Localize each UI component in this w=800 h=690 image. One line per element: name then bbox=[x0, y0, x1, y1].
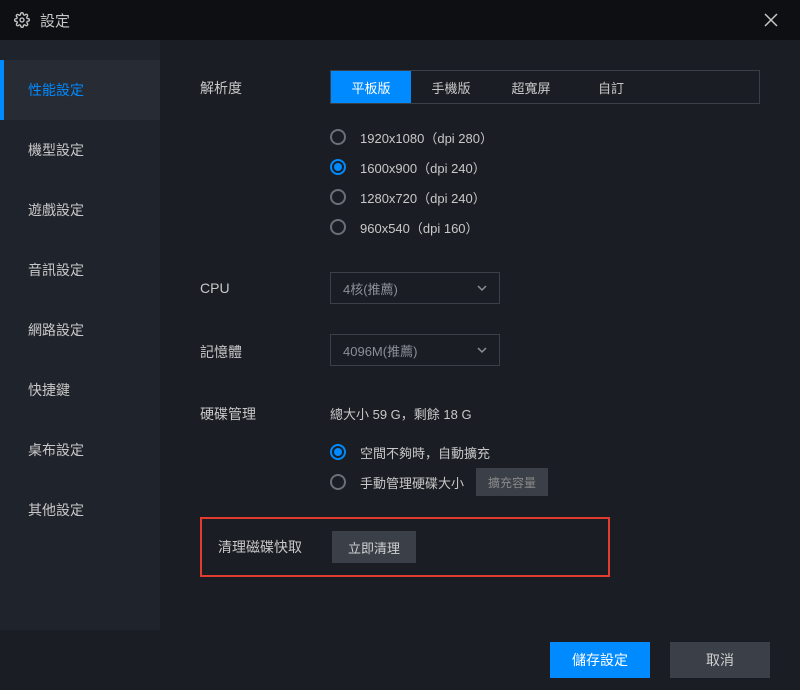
resolution-tab-1[interactable]: 手機版 bbox=[411, 71, 491, 103]
resolution-option-3[interactable]: 960x540（dpi 160） bbox=[330, 212, 760, 242]
radio-icon bbox=[330, 444, 346, 460]
resolution-label: 解析度 bbox=[200, 70, 330, 98]
sidebar-item-6[interactable]: 桌布設定 bbox=[0, 420, 160, 480]
chevron-down-icon bbox=[477, 283, 487, 293]
sidebar-item-4[interactable]: 網路設定 bbox=[0, 300, 160, 360]
resolution-tab-2[interactable]: 超寬屏 bbox=[491, 71, 571, 103]
cache-label: 清理磁碟快取 bbox=[218, 537, 332, 557]
radio-icon bbox=[330, 474, 346, 490]
footer: 儲存設定 取消 bbox=[0, 630, 800, 690]
resolution-option-1[interactable]: 1600x900（dpi 240） bbox=[330, 152, 760, 182]
memory-select[interactable]: 4096M(推薦) bbox=[330, 334, 500, 366]
gear-icon bbox=[14, 12, 30, 28]
sidebar: 性能設定機型設定遊戲設定音訊設定網路設定快捷鍵桌布設定其他設定 bbox=[0, 40, 160, 630]
disk-option-label: 手動管理硬碟大小 bbox=[360, 473, 464, 492]
chevron-down-icon bbox=[477, 345, 487, 355]
sidebar-item-3[interactable]: 音訊設定 bbox=[0, 240, 160, 300]
cpu-label: CPU bbox=[200, 272, 330, 296]
disk-options: 空間不夠時，自動擴充手動管理硬碟大小擴充容量 bbox=[330, 437, 760, 497]
memory-label: 記憶體 bbox=[200, 334, 330, 362]
resolution-tab-0[interactable]: 平板版 bbox=[331, 71, 411, 103]
close-button[interactable] bbox=[756, 5, 786, 35]
resolution-option-0[interactable]: 1920x1080（dpi 280） bbox=[330, 122, 760, 152]
sidebar-item-1[interactable]: 機型設定 bbox=[0, 120, 160, 180]
resolution-option-label: 1600x900（dpi 240） bbox=[360, 158, 486, 177]
window-title: 設定 bbox=[40, 10, 70, 31]
sidebar-item-2[interactable]: 遊戲設定 bbox=[0, 180, 160, 240]
resolution-option-label: 960x540（dpi 160） bbox=[360, 218, 479, 237]
memory-selected-value: 4096M(推薦) bbox=[343, 341, 417, 360]
sidebar-item-7[interactable]: 其他設定 bbox=[0, 480, 160, 540]
radio-icon bbox=[330, 129, 346, 145]
radio-icon bbox=[330, 159, 346, 175]
sidebar-item-5[interactable]: 快捷鍵 bbox=[0, 360, 160, 420]
sidebar-item-0[interactable]: 性能設定 bbox=[0, 60, 160, 120]
resolution-option-label: 1920x1080（dpi 280） bbox=[360, 128, 493, 147]
resolution-tabs: 平板版手機版超寬屏自訂 bbox=[330, 70, 760, 104]
disk-option-label: 空間不夠時，自動擴充 bbox=[360, 443, 490, 462]
radio-icon bbox=[330, 189, 346, 205]
cache-highlight: 清理磁碟快取 立即清理 bbox=[200, 517, 610, 577]
radio-icon bbox=[330, 219, 346, 235]
save-button[interactable]: 儲存設定 bbox=[550, 642, 650, 678]
disk-option-0[interactable]: 空間不夠時，自動擴充 bbox=[330, 437, 760, 467]
disk-status: 總大小 59 G，剩餘 18 G bbox=[330, 396, 760, 423]
cpu-selected-value: 4核(推薦) bbox=[343, 279, 398, 298]
disk-label: 硬碟管理 bbox=[200, 396, 330, 424]
resolution-options: 1920x1080（dpi 280） 1600x900（dpi 240） 1280x… bbox=[330, 122, 760, 242]
cancel-button[interactable]: 取消 bbox=[670, 642, 770, 678]
titlebar: 設定 bbox=[0, 0, 800, 40]
main-panel: 解析度 平板版手機版超寬屏自訂 1920x1080（dpi 280） 1600x9… bbox=[160, 40, 800, 630]
resolution-option-label: 1280x720（dpi 240） bbox=[360, 188, 486, 207]
disk-option-1[interactable]: 手動管理硬碟大小擴充容量 bbox=[330, 467, 760, 497]
clear-cache-button[interactable]: 立即清理 bbox=[332, 531, 416, 563]
expand-capacity-button[interactable]: 擴充容量 bbox=[476, 468, 548, 496]
resolution-option-2[interactable]: 1280x720（dpi 240） bbox=[330, 182, 760, 212]
cpu-select[interactable]: 4核(推薦) bbox=[330, 272, 500, 304]
resolution-tab-3[interactable]: 自訂 bbox=[571, 71, 651, 103]
close-icon bbox=[764, 13, 778, 27]
